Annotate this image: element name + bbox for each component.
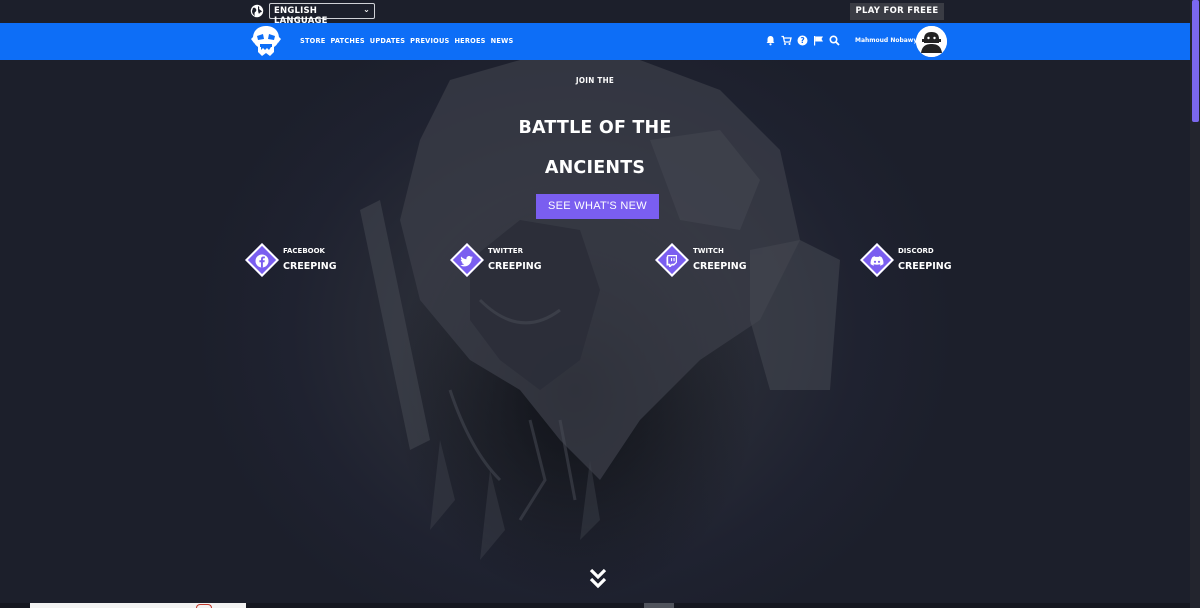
discord-icon — [870, 256, 884, 266]
svg-text:?: ? — [800, 36, 804, 45]
nav-link-news[interactable]: NEWS — [491, 37, 514, 45]
next-section-card — [30, 603, 246, 608]
next-section-tab — [644, 603, 674, 608]
chevron-down-icon: ⌄ — [363, 5, 370, 14]
social-sub: CREEPING — [693, 261, 747, 272]
facebook-icon — [255, 254, 269, 268]
nav-link-store[interactable]: STORE — [300, 37, 325, 45]
hero-title-line-1: BATTLE OF THE — [518, 118, 672, 138]
twitch-icon — [666, 255, 677, 267]
main-nav: STORE PATCHES UPDATES PREVIOUS HEROES NE… — [0, 23, 1190, 60]
search-icon[interactable] — [829, 35, 840, 46]
social-sub: CREEPING — [488, 261, 542, 272]
avatar[interactable] — [916, 26, 947, 57]
twitter-icon — [460, 256, 473, 267]
language-select[interactable]: ENGLISH LANGUAGE ⌄ — [269, 3, 375, 26]
double-chevron-down-icon[interactable] — [589, 568, 607, 590]
nav-link-heroes[interactable]: HEROES — [454, 37, 485, 45]
site-logo[interactable] — [250, 25, 282, 58]
social-sub: CREEPING — [898, 261, 952, 272]
nav-link-patches[interactable]: PATCHES — [330, 37, 364, 45]
social-name: TWITCH — [693, 247, 724, 255]
help-icon[interactable]: ? — [797, 35, 808, 46]
social-name: FACEBOOK — [283, 247, 325, 255]
top-bar: ENGLISH LANGUAGE ⌄ PLAY FOR FREEE — [0, 0, 1190, 26]
see-whats-new-button[interactable]: SEE WHAT'S NEW — [536, 194, 659, 219]
hero-title: BATTLE OF THE ANCIENTS — [0, 108, 1190, 188]
nav-link-previous[interactable]: PREVIOUS — [410, 37, 449, 45]
username-label[interactable]: Mahmoud Nobawy — [855, 37, 917, 44]
globe-icon — [250, 4, 264, 18]
avatar-image — [916, 26, 947, 57]
bell-icon[interactable] — [765, 35, 776, 46]
social-name: TWITTER — [488, 247, 523, 255]
page-scrollbar-thumb[interactable] — [1192, 0, 1199, 122]
hero-title-line-2: ANCIENTS — [544, 158, 646, 178]
nav-icons: ? — [765, 35, 840, 46]
hero-kicker: JOIN THE — [575, 76, 615, 85]
nav-links: STORE PATCHES UPDATES PREVIOUS HEROES NE… — [300, 37, 513, 45]
flag-icon[interactable] — [813, 35, 824, 46]
cart-icon[interactable] — [781, 35, 792, 46]
social-name: DISCORD — [898, 247, 934, 255]
play-for-free-button[interactable]: PLAY FOR FREEE — [850, 3, 944, 20]
next-section-card-badge — [196, 604, 212, 608]
social-sub: CREEPING — [283, 261, 337, 272]
nav-link-updates[interactable]: UPDATES — [370, 37, 405, 45]
